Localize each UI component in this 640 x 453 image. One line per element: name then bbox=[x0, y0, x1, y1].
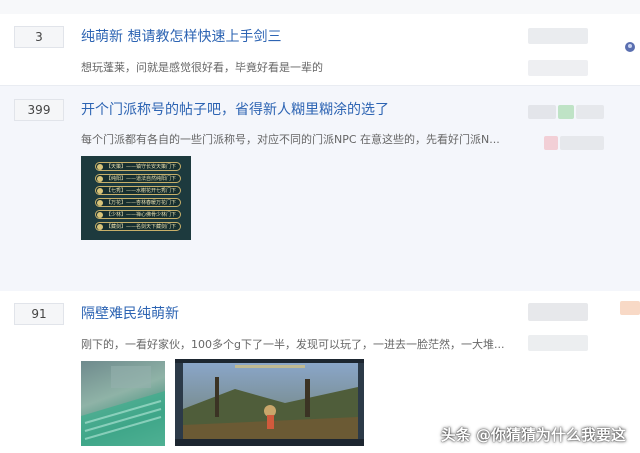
reply-count: 91 bbox=[14, 303, 64, 325]
game-scene-graphic bbox=[175, 359, 364, 446]
emblem-icon bbox=[97, 188, 103, 194]
thread-image-titles[interactable]: 【天策】——镇守长安天策门下 【纯阳】——道法自然纯阳门下 【七秀】——水榭花开七秀… bbox=[81, 156, 191, 240]
author-avatar-icon[interactable] bbox=[624, 41, 636, 53]
thread-item: 3 纯萌新 想请教怎样快速上手剑三 想玩蓬莱，问就是感觉很好看，毕竟好看是一辈的 bbox=[0, 14, 640, 85]
thread-title-link[interactable]: 开个门派称号的帖子吧，省得新人糊里糊涂的选了 bbox=[81, 99, 389, 119]
author-badge-blurred bbox=[620, 301, 640, 315]
last-reply-blurred bbox=[528, 60, 588, 76]
screen-photo-graphic bbox=[81, 366, 165, 446]
thread-title-link[interactable]: 隔壁难民纯萌新 bbox=[81, 303, 179, 323]
author-badge-blurred bbox=[558, 105, 574, 119]
thread-item: 399 开个门派称号的帖子吧，省得新人糊里糊涂的选了 每个门派都有各自的一些门派… bbox=[0, 85, 640, 292]
image-text-line: 【万花】——杏林春暖万花门下 bbox=[95, 198, 181, 207]
reply-count: 3 bbox=[14, 26, 64, 48]
thread-snippet: 每个门派都有各自的一些门派称号，对应不同的门派NPC 在意这些的，先看好门派N.… bbox=[81, 133, 500, 146]
thread-snippet: 想玩蓬莱，问就是感觉很好看，毕竟好看是一辈的 bbox=[81, 61, 323, 74]
author-info-blurred bbox=[528, 28, 588, 44]
image-text-line: 【七秀】——水榭花开七秀门下 bbox=[95, 186, 181, 195]
watermark-text: 头条 @你猜猜为什么我要这 bbox=[440, 426, 626, 444]
image-text-line: 【纯阳】——道法自然纯阳门下 bbox=[95, 174, 181, 183]
thread-snippet: 刚下的，一看好家伙，100多个g下了一半，发现可以玩了，一进去一脸茫然，一大堆.… bbox=[81, 338, 505, 351]
emblem-icon bbox=[97, 164, 103, 170]
emblem-icon bbox=[97, 212, 103, 218]
image-text-line: 【藏剑】——名剑天下藏剑门下 bbox=[95, 222, 181, 231]
image-text-line: 【天策】——镇守长安天策门下 bbox=[95, 162, 181, 171]
reply-count: 399 bbox=[14, 99, 64, 121]
author-info-blurred bbox=[528, 105, 556, 119]
thread-image-game-scene[interactable] bbox=[175, 359, 364, 446]
last-reply-badge-blurred bbox=[544, 136, 558, 150]
emblem-icon bbox=[97, 200, 103, 206]
last-reply-blurred bbox=[560, 136, 604, 150]
image-text-line: 【少林】——禅心佛骨少林门下 bbox=[95, 210, 181, 219]
author-info-blurred bbox=[576, 105, 604, 119]
emblem-icon bbox=[97, 224, 103, 230]
author-info-blurred bbox=[528, 303, 588, 321]
thread-image-screen-photo[interactable] bbox=[81, 361, 165, 446]
thread-item: 91 隔壁难民纯萌新 刚下的，一看好家伙，100多个g下了一半，发现可以玩了，一… bbox=[0, 291, 640, 453]
emblem-icon bbox=[97, 176, 103, 182]
last-reply-blurred bbox=[528, 335, 588, 351]
thread-title-link[interactable]: 纯萌新 想请教怎样快速上手剑三 bbox=[81, 26, 281, 46]
top-divider bbox=[0, 0, 640, 15]
